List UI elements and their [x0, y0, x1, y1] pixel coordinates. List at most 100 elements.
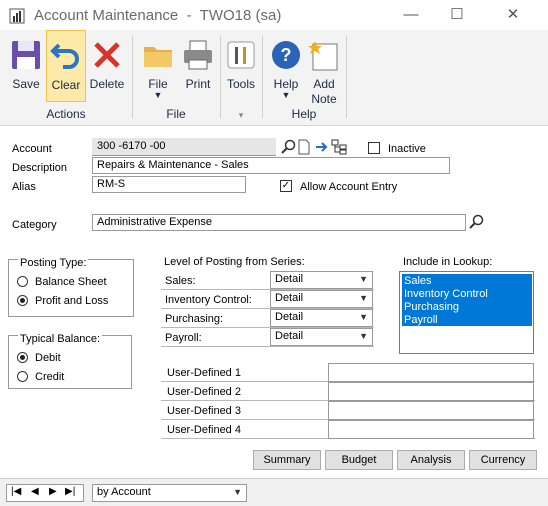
category-field[interactable]: Administrative Expense [92, 214, 466, 231]
chevron-down-icon: ▼ [359, 274, 368, 284]
print-button[interactable]: Print [178, 30, 218, 102]
last-record-icon[interactable]: ▶| [65, 486, 75, 497]
tools-chevron-icon[interactable]: ▾ [222, 110, 260, 121]
payroll-posting-select[interactable]: Detail ▼ [270, 328, 373, 346]
alias-field[interactable]: RM-S [92, 176, 246, 193]
series-posting-table: Sales: Detail ▼ Inventory Control: Detail… [161, 271, 374, 348]
credit-radio[interactable] [17, 371, 28, 382]
delete-label: Delete [89, 77, 125, 91]
inventory-posting-select[interactable]: Detail ▼ [270, 290, 373, 308]
chevron-down-icon: ▼ [359, 312, 368, 322]
arrow-right-icon[interactable] [314, 139, 330, 155]
clear-button[interactable]: Clear [46, 30, 86, 102]
add-note-label-1: Add [313, 77, 335, 91]
browse-buttons: |◀ ◀ ▶ ▶| [6, 484, 84, 502]
account-label: Account [12, 143, 52, 155]
delete-button[interactable]: Delete [86, 30, 128, 102]
clear-label: Clear [51, 78, 81, 92]
file-menu-button[interactable]: File ▼ [138, 30, 178, 102]
help-button[interactable]: ? Help ▼ [266, 30, 306, 102]
profit-loss-radio[interactable] [17, 295, 28, 306]
chevron-down-icon: ▼ [359, 331, 368, 341]
allow-account-entry-checkbox[interactable]: ✓ [280, 180, 292, 192]
credit-label: Credit [35, 371, 65, 383]
title-bar: Account Maintenance - TWO18 (sa) — ☐ ✕ [0, 0, 548, 30]
next-record-icon[interactable]: ▶ [49, 486, 57, 497]
alias-label: Alias [12, 181, 36, 193]
sales-posting-select[interactable]: Detail ▼ [270, 271, 373, 289]
series-label: Payroll: [165, 332, 202, 344]
lookup-icon[interactable] [280, 139, 296, 155]
minimize-button[interactable]: — [388, 0, 434, 30]
lookup-item[interactable]: Purchasing [404, 301, 459, 313]
help-group-label: Help [291, 107, 317, 121]
include-in-lookup-label: Include in Lookup: [403, 256, 493, 268]
tools-label: Tools [226, 77, 255, 91]
file-label: File [148, 77, 168, 91]
file-group-label: File [166, 107, 186, 121]
user-defined-label: User-Defined 1 [167, 367, 241, 379]
category-lookup-icon[interactable] [468, 214, 484, 230]
tools-icon [227, 41, 255, 69]
svg-text:?: ? [281, 45, 292, 65]
window-title: Account Maintenance - TWO18 (sa) [34, 7, 282, 24]
maximize-button[interactable]: ☐ [434, 0, 480, 30]
close-button[interactable]: ✕ [490, 0, 536, 30]
lookup-item[interactable]: Inventory Control [404, 288, 488, 300]
user-defined-4-field[interactable] [328, 420, 534, 439]
posting-type-label: Posting Type: [18, 257, 89, 269]
budget-button[interactable]: Budget [325, 450, 393, 470]
series-label: Sales: [165, 275, 196, 287]
purchasing-posting-select[interactable]: Detail ▼ [270, 309, 373, 327]
save-label: Save [12, 77, 40, 91]
typical-balance-label: Typical Balance: [18, 333, 103, 345]
delete-x-icon [94, 42, 120, 68]
note-icon [308, 41, 338, 71]
debit-radio[interactable] [17, 352, 28, 363]
save-icon [12, 41, 40, 69]
new-document-icon[interactable] [297, 139, 311, 155]
allow-account-entry-label: Allow Account Entry [300, 181, 398, 193]
sort-order-select[interactable]: by Account ▼ [92, 484, 247, 502]
category-label: Category [12, 219, 57, 231]
summary-button[interactable]: Summary [253, 450, 321, 470]
currency-button[interactable]: Currency [469, 450, 537, 470]
printer-icon [184, 40, 212, 70]
group-divider [220, 36, 221, 118]
lookup-item[interactable]: Payroll [404, 314, 438, 326]
account-value: 300 -6170 -00 [97, 140, 166, 152]
group-divider [262, 36, 263, 118]
user-defined-1-field[interactable] [328, 363, 534, 382]
user-defined-3-field[interactable] [328, 401, 534, 420]
tools-button[interactable]: Tools [222, 30, 260, 102]
actions-group-label: Actions [46, 107, 86, 121]
account-field[interactable]: 300 -6170 -00 [92, 138, 276, 156]
first-record-icon[interactable]: |◀ [11, 486, 21, 497]
lookup-item[interactable]: Sales [404, 275, 432, 287]
series-label: Inventory Control: [165, 294, 252, 306]
save-button[interactable]: Save [6, 30, 46, 102]
balance-sheet-radio[interactable] [17, 276, 28, 287]
user-defined-2-field[interactable] [328, 382, 534, 401]
undo-icon [50, 43, 79, 69]
inactive-checkbox[interactable] [368, 142, 380, 154]
ribbon-toolbar: Save Clear Delete Actions File ▼ Print F… [0, 30, 548, 126]
description-label: Description [12, 162, 68, 174]
chevron-down-icon: ▼ [359, 293, 368, 303]
add-note-button[interactable]: Add Note [304, 30, 344, 110]
chevron-down-icon: ▼ [153, 90, 163, 100]
folder-icon [144, 47, 172, 67]
account-tree-icon[interactable] [331, 139, 347, 155]
user-defined-label: User-Defined 2 [167, 386, 241, 398]
chevron-down-icon: ▼ [281, 90, 291, 100]
help-icon: ? [272, 41, 300, 69]
previous-record-icon[interactable]: ◀ [31, 486, 39, 497]
user-defined-table: User-Defined 1 User-Defined 2 User-Defin… [161, 363, 535, 440]
description-field[interactable]: Repairs & Maintenance - Sales [92, 157, 450, 174]
user-defined-label: User-Defined 4 [167, 424, 241, 436]
debit-label: Debit [35, 352, 61, 364]
group-divider [346, 36, 347, 118]
analysis-button[interactable]: Analysis [397, 450, 465, 470]
include-in-lookup-list[interactable]: Sales Inventory Control Purchasing Payro… [399, 271, 534, 354]
balance-sheet-label: Balance Sheet [35, 276, 107, 288]
